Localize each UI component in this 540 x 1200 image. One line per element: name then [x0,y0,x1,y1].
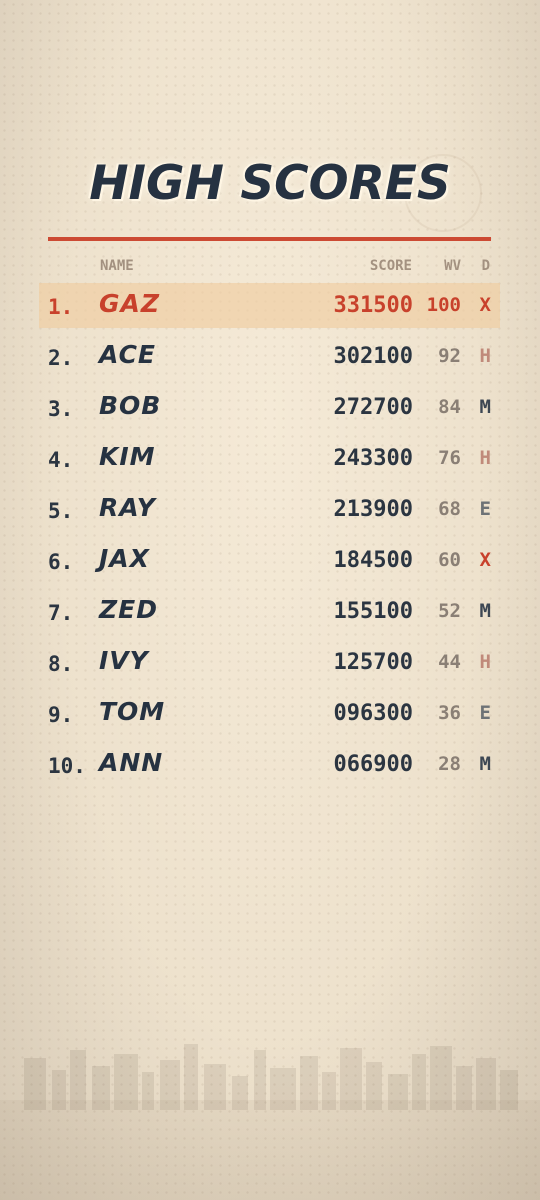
row-wave: 36 [438,702,461,724]
row-rank: 2. [48,346,74,370]
header-difficulty: D [481,258,490,274]
row-name: IVY [99,646,149,675]
row-wave: 28 [438,753,461,775]
row-difficulty: H [479,345,491,367]
row-name: ZED [99,595,158,624]
header-score: SCORE [369,258,412,274]
row-score: 272700 [333,395,413,420]
score-row: 7. ZED 155100 52 M [0,589,540,640]
row-score: 096300 [333,701,413,726]
row-score: 243300 [333,446,413,471]
row-difficulty: X [479,294,491,316]
row-difficulty: E [479,498,491,520]
row-score: 331500 [333,293,413,318]
row-difficulty: M [479,753,491,775]
score-row: 10. ANN 066900 28 M [0,742,540,793]
row-name: RAY [99,493,156,522]
row-rank: 4. [48,448,74,472]
row-rank: 1. [48,295,74,319]
table-header: NAME SCORE WV D [0,258,540,276]
row-score: 066900 [333,752,413,777]
row-name: BOB [99,391,162,420]
row-score: 155100 [333,599,413,624]
score-row: 8. IVY 125700 44 H [0,640,540,691]
row-rank: 3. [48,397,74,421]
high-score-list: 1. GAZ 331500 100 X 2. ACE 302100 92 H 3… [0,283,540,793]
row-score: 184500 [333,548,413,573]
row-wave: 84 [438,396,461,418]
title-divider [48,237,491,241]
row-score: 302100 [333,344,413,369]
row-difficulty: H [479,651,491,673]
score-row: 6. JAX 184500 60 X [0,538,540,589]
row-wave: 76 [438,447,461,469]
score-row: 2. ACE 302100 92 H [0,334,540,385]
row-rank: 5. [48,499,74,523]
score-row: 1. GAZ 331500 100 X [0,283,540,334]
row-difficulty: M [479,600,491,622]
row-wave: 60 [438,549,461,571]
row-wave: 52 [438,600,461,622]
row-difficulty: M [479,396,491,418]
row-wave: 68 [438,498,461,520]
score-row: 4. KIM 243300 76 H [0,436,540,487]
ground-strip [0,1100,540,1200]
row-difficulty: E [479,702,491,724]
row-name: ACE [99,340,157,369]
score-row: 3. BOB 272700 84 M [0,385,540,436]
row-name: JAX [99,544,150,573]
row-rank: 7. [48,601,74,625]
row-name: TOM [99,697,166,726]
row-rank: 6. [48,550,74,574]
row-rank: 8. [48,652,74,676]
row-name: KIM [99,442,156,471]
score-row: 5. RAY 213900 68 E [0,487,540,538]
row-wave: 92 [438,345,461,367]
row-name: GAZ [99,289,160,318]
row-score: 125700 [333,650,413,675]
row-difficulty: H [479,447,491,469]
row-score: 213900 [333,497,413,522]
page-title: HIGH SCORES [89,156,451,211]
row-difficulty: X [479,549,491,571]
header-name: NAME [100,258,134,274]
city-skyline [24,1044,518,1110]
header-wave: WV [444,258,461,274]
row-wave: 44 [438,651,461,673]
row-name: ANN [99,748,164,777]
row-wave: 100 [426,294,461,316]
row-rank: 10. [48,754,86,778]
row-rank: 9. [48,703,74,727]
score-row: 9. TOM 096300 36 E [0,691,540,742]
